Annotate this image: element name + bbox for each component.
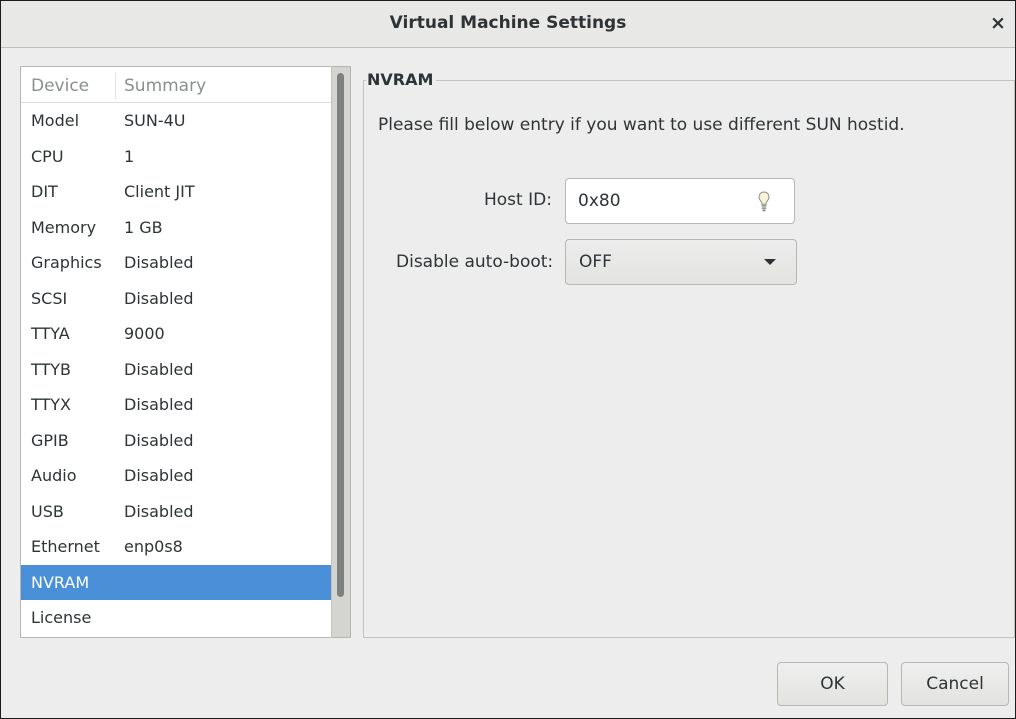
device-row-ttyx[interactable]: TTYX Disabled — [21, 387, 332, 423]
device-name: Memory — [31, 217, 97, 237]
device-row-memory[interactable]: Memory 1 GB — [21, 210, 332, 246]
device-summary: 1 GB — [124, 217, 163, 237]
device-summary: enp0s8 — [124, 537, 183, 556]
device-row-nvram[interactable]: NVRAM — [21, 564, 332, 600]
device-row-ethernet[interactable]: Ethernet enp0s8 — [21, 529, 332, 565]
device-list-header: Device Summary — [21, 67, 332, 103]
autoboot-dropdown[interactable]: OFF — [565, 239, 797, 285]
device-summary: Disabled — [124, 501, 194, 521]
lightbulb-icon[interactable] — [758, 191, 770, 213]
device-row-license[interactable]: License — [21, 600, 332, 636]
device-name: GPIB — [31, 430, 69, 450]
device-summary: Disabled — [124, 395, 194, 414]
device-row-cpu[interactable]: CPU 1 — [21, 139, 332, 175]
cancel-button[interactable]: Cancel — [901, 662, 1009, 706]
device-list-body: Model SUN-4U CPU 1 DIT Client JIT Memory… — [21, 103, 332, 636]
column-header-summary[interactable]: Summary — [124, 67, 206, 105]
close-icon: × — [990, 12, 1006, 34]
device-row-usb[interactable]: USB Disabled — [21, 494, 332, 530]
close-button[interactable]: × — [985, 10, 1011, 36]
device-summary: Client JIT — [124, 182, 195, 201]
device-summary: Disabled — [124, 288, 194, 308]
device-summary: 1 — [124, 146, 135, 166]
host-id-input[interactable] — [578, 189, 748, 213]
device-row-model[interactable]: Model SUN-4U — [21, 103, 332, 139]
device-summary: Disabled — [124, 253, 194, 272]
device-name: Ethernet — [31, 537, 100, 556]
device-name: TTYA — [31, 324, 70, 343]
device-summary: Disabled — [124, 466, 194, 485]
host-id-field[interactable] — [565, 178, 795, 224]
section-title: NVRAM — [366, 70, 437, 90]
scrollbar-thumb[interactable] — [337, 73, 344, 597]
column-divider — [115, 73, 116, 99]
device-name: USB — [31, 501, 64, 521]
chevron-down-icon — [764, 259, 776, 265]
device-list: Device Summary Model SUN-4U CPU 1 DIT Cl… — [20, 66, 351, 638]
device-name: Audio — [31, 466, 77, 485]
device-row-dit[interactable]: DIT Client JIT — [21, 174, 332, 210]
device-name: Graphics — [31, 253, 102, 272]
device-row-ttya[interactable]: TTYA 9000 — [21, 316, 332, 352]
device-name: SCSI — [31, 288, 68, 308]
device-summary: Disabled — [124, 430, 194, 450]
device-name: TTYX — [31, 395, 71, 414]
nvram-frame — [363, 80, 1015, 638]
ok-button[interactable]: OK — [777, 662, 888, 706]
device-list-scrollbar[interactable] — [331, 67, 350, 637]
device-row-scsi[interactable]: SCSI Disabled — [21, 281, 332, 317]
device-summary: SUN-4U — [124, 111, 186, 130]
device-name: DIT — [31, 182, 58, 201]
host-id-label: Host ID: — [484, 190, 552, 210]
autoboot-label: Disable auto-boot: — [396, 252, 554, 272]
device-row-graphics[interactable]: Graphics Disabled — [21, 245, 332, 281]
device-row-audio[interactable]: Audio Disabled — [21, 458, 332, 494]
device-name: CPU — [31, 146, 64, 166]
device-name: NVRAM — [31, 572, 90, 592]
nvram-instruction: Please fill below entry if you want to u… — [378, 115, 905, 135]
device-name: TTYB — [31, 359, 72, 379]
device-row-gpib[interactable]: GPIB Disabled — [21, 423, 332, 459]
column-header-device[interactable]: Device — [31, 67, 89, 105]
device-summary: 9000 — [124, 324, 165, 343]
device-name: Model — [31, 111, 80, 130]
title-bar: Virtual Machine Settings × — [1, 1, 1015, 48]
device-row-ttyb[interactable]: TTYB Disabled — [21, 352, 332, 388]
device-summary: Disabled — [124, 359, 194, 379]
window-title: Virtual Machine Settings — [389, 13, 627, 33]
device-name: License — [31, 608, 92, 627]
autoboot-selected-value: OFF — [579, 252, 612, 272]
